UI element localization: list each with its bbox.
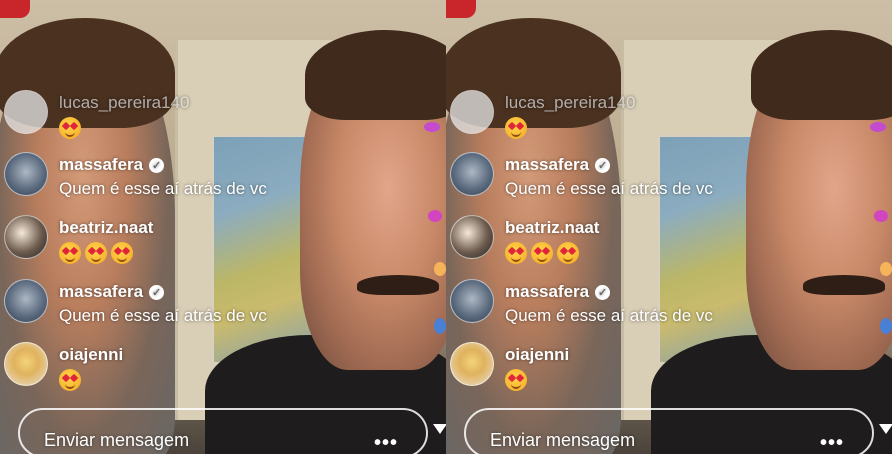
comment-username[interactable]: oiajenni — [505, 344, 569, 366]
avatar[interactable] — [450, 215, 494, 259]
more-options-icon[interactable]: ••• — [820, 432, 844, 454]
comment-item: oiajenni — [450, 342, 569, 391]
comment-text: Quem é esse aí atrás de vc — [59, 306, 267, 325]
comment-username[interactable]: lucas_pereira140 — [505, 92, 635, 114]
send-arrow-icon[interactable] — [433, 424, 446, 434]
message-placeholder: Enviar mensagem — [44, 430, 190, 450]
comment-item: massafera ✓ Quem é esse aí atrás de vc — [450, 279, 713, 326]
verified-badge-icon: ✓ — [149, 157, 165, 173]
avatar[interactable] — [450, 90, 494, 134]
message-placeholder: Enviar mensagem — [490, 430, 636, 450]
comment-username[interactable]: massafera — [505, 282, 589, 302]
comment-text: Quem é esse aí atrás de vc — [59, 179, 267, 198]
verified-badge-icon: ✓ — [595, 284, 611, 300]
comment-item: beatriz.naat — [450, 215, 599, 264]
comment-username[interactable]: lucas_pereira140 — [59, 92, 189, 114]
avatar[interactable] — [450, 279, 494, 323]
comment-username[interactable]: beatriz.naat — [505, 217, 599, 239]
heart-eyes-emoji-icon — [505, 242, 527, 264]
heart-eyes-emoji-icon — [85, 242, 107, 264]
live-comments-list: lucas_pereira140 massafera ✓ Quem é esse… — [446, 0, 892, 454]
live-stream-panel-right: lucas_pereira140 massafera ✓ Quem é esse… — [446, 0, 892, 454]
avatar[interactable] — [4, 152, 48, 196]
heart-eyes-emoji-icon — [111, 242, 133, 264]
heart-eyes-emoji-icon — [59, 117, 81, 139]
live-stream-panel-left: lucas_pereira140 massafera ✓ Quem é esse… — [0, 0, 446, 454]
comment-item: oiajenni — [4, 342, 123, 391]
comment-item: massafera ✓ Quem é esse aí atrás de vc — [4, 152, 267, 199]
avatar[interactable] — [4, 90, 48, 134]
comment-item: lucas_pereira140 — [450, 90, 635, 139]
message-input[interactable]: Enviar mensagem ••• — [18, 408, 428, 454]
verified-badge-icon: ✓ — [595, 157, 611, 173]
heart-eyes-emoji-icon — [59, 369, 81, 391]
avatar[interactable] — [4, 342, 48, 386]
heart-eyes-emoji-icon — [505, 117, 527, 139]
heart-eyes-emoji-icon — [531, 242, 553, 264]
comment-text: Quem é esse aí atrás de vc — [505, 179, 713, 198]
comment-username[interactable]: oiajenni — [59, 344, 123, 366]
message-input[interactable]: Enviar mensagem ••• — [464, 408, 874, 454]
live-comments-list: lucas_pereira140 massafera ✓ Quem é esse… — [0, 0, 446, 454]
heart-eyes-emoji-icon — [59, 242, 81, 264]
comment-item: beatriz.naat — [4, 215, 153, 264]
verified-badge-icon: ✓ — [149, 284, 165, 300]
comment-username[interactable]: massafera — [59, 155, 143, 175]
comment-username[interactable]: massafera — [505, 155, 589, 175]
comment-username[interactable]: beatriz.naat — [59, 217, 153, 239]
avatar[interactable] — [4, 215, 48, 259]
heart-eyes-emoji-icon — [557, 242, 579, 264]
heart-eyes-emoji-icon — [505, 369, 527, 391]
avatar[interactable] — [4, 279, 48, 323]
send-arrow-icon[interactable] — [879, 424, 892, 434]
comment-item: lucas_pereira140 — [4, 90, 189, 139]
comment-username[interactable]: massafera — [59, 282, 143, 302]
comment-item: massafera ✓ Quem é esse aí atrás de vc — [4, 279, 267, 326]
avatar[interactable] — [450, 152, 494, 196]
comment-text: Quem é esse aí atrás de vc — [505, 306, 713, 325]
avatar[interactable] — [450, 342, 494, 386]
more-options-icon[interactable]: ••• — [374, 432, 398, 454]
comment-item: massafera ✓ Quem é esse aí atrás de vc — [450, 152, 713, 199]
